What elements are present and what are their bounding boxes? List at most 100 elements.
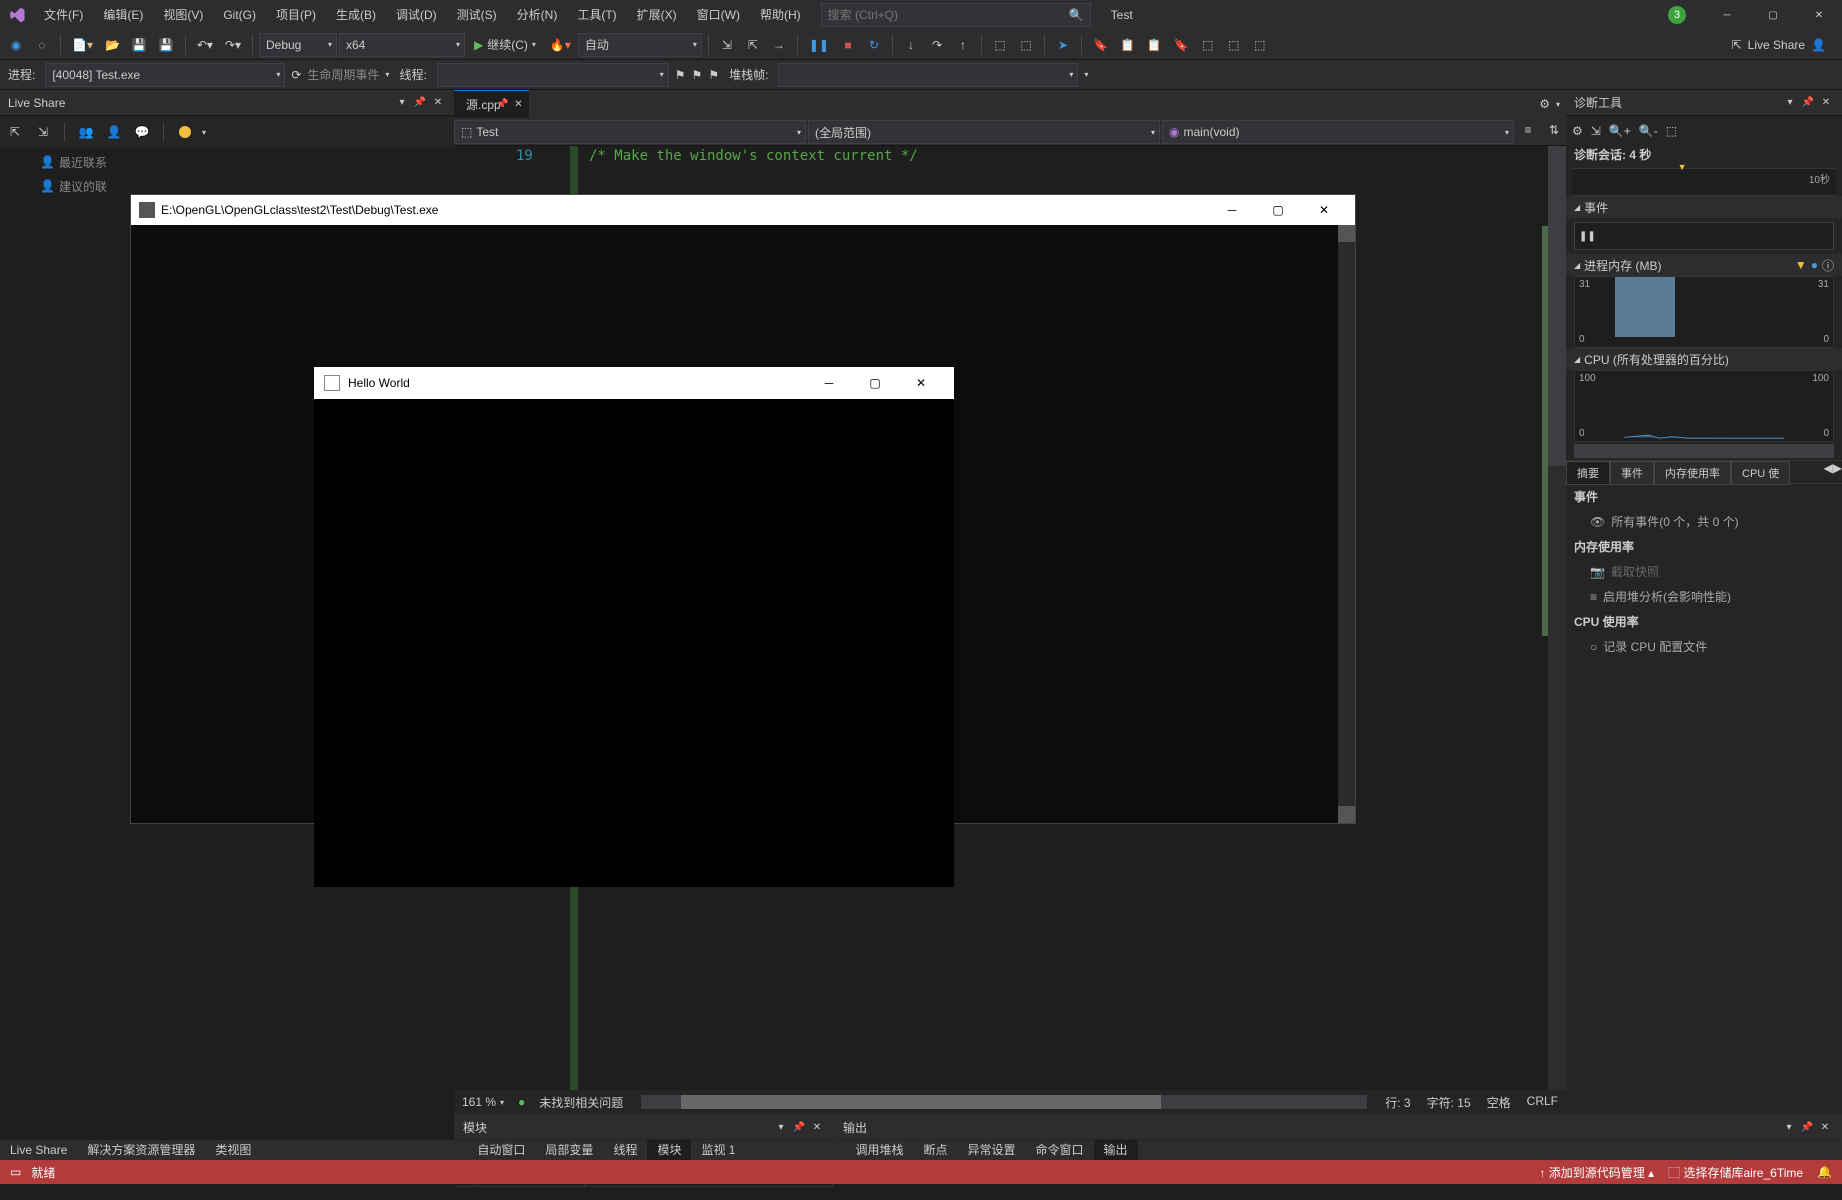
- console-titlebar[interactable]: E:\OpenGL\OpenGLclass\test2\Test\Debug\T…: [131, 195, 1355, 225]
- stop-debug-icon[interactable]: ■: [836, 33, 860, 57]
- btab-auto[interactable]: 自动窗口: [467, 1140, 535, 1160]
- zoom-out-icon[interactable]: 🔍-: [1639, 124, 1658, 138]
- btab-cmdwin[interactable]: 命令窗口: [1026, 1140, 1094, 1160]
- scm-button[interactable]: ↑ 添加到源代码管理 ▴: [1539, 1164, 1654, 1181]
- search-input[interactable]: [822, 8, 1063, 22]
- btab-locals[interactable]: 局部变量: [535, 1140, 603, 1160]
- close-button[interactable]: ✕: [898, 376, 944, 390]
- zoom-control[interactable]: 161 %▾: [462, 1095, 504, 1109]
- nav-project-combo[interactable]: ⬚Test: [454, 120, 806, 144]
- close-icon[interactable]: ✕: [809, 1122, 825, 1133]
- pin-icon[interactable]: 📌: [791, 1122, 807, 1133]
- scrollbar-h[interactable]: [641, 1095, 1367, 1109]
- menu-git[interactable]: Git(G): [213, 0, 266, 30]
- menu-edit[interactable]: 编辑(E): [93, 0, 153, 30]
- menu-project[interactable]: 项目(P): [266, 0, 326, 30]
- zoom-in-icon[interactable]: 🔍+: [1609, 124, 1631, 138]
- memory-chart[interactable]: 31 31 0 0: [1574, 276, 1834, 348]
- btab-output[interactable]: 输出: [1094, 1140, 1138, 1160]
- space-indicator[interactable]: 空格: [1487, 1094, 1511, 1111]
- pause-debug-icon[interactable]: ❚❚: [804, 33, 834, 57]
- tool1-icon[interactable]: ⬚: [988, 33, 1012, 57]
- open-icon[interactable]: 📂: [100, 33, 125, 57]
- share-in-icon[interactable]: ⇲: [32, 121, 54, 143]
- menu-tools[interactable]: 工具(T): [567, 0, 626, 30]
- process-combo[interactable]: [40048] Test.exe: [45, 63, 285, 87]
- restart-debug-icon[interactable]: ↻: [862, 33, 886, 57]
- btab-liveshare[interactable]: Live Share: [0, 1140, 77, 1160]
- contact3-icon[interactable]: 💬: [131, 121, 153, 143]
- t7-icon[interactable]: ⬚: [1248, 33, 1272, 57]
- menu-build[interactable]: 生成(B): [326, 0, 386, 30]
- pin-icon[interactable]: 📌: [1799, 1122, 1815, 1133]
- tab-summary[interactable]: 摘要: [1566, 461, 1610, 485]
- nav-fwd-icon[interactable]: ◌: [30, 33, 54, 57]
- scrollbar-h[interactable]: [1574, 444, 1834, 458]
- record-cpu-link[interactable]: ○记录 CPU 配置文件: [1566, 634, 1842, 659]
- minimize-button[interactable]: ─: [806, 376, 852, 390]
- menu-extensions[interactable]: 扩展(X): [627, 0, 687, 30]
- btab-breakpoints[interactable]: 断点: [914, 1140, 958, 1160]
- life-icon[interactable]: ⟳: [291, 68, 301, 82]
- t6-icon[interactable]: ⬚: [1222, 33, 1246, 57]
- t3-icon[interactable]: 📋: [1142, 33, 1167, 57]
- menu-analyze[interactable]: 分析(N): [507, 0, 568, 30]
- share-out-icon[interactable]: ⇱: [4, 121, 26, 143]
- reset-icon[interactable]: ⬚: [1666, 124, 1677, 138]
- save-icon[interactable]: 💾: [127, 33, 152, 57]
- cursor-icon[interactable]: ➤: [1051, 33, 1075, 57]
- scroll-right-icon[interactable]: ▶: [1833, 461, 1842, 483]
- close-button[interactable]: ✕: [1796, 0, 1842, 30]
- recent-contacts[interactable]: 👤最近联系: [0, 150, 454, 174]
- save-all-icon[interactable]: 💾: [154, 33, 179, 57]
- close-icon[interactable]: ✕: [1817, 1122, 1833, 1133]
- t4-icon[interactable]: 🔖: [1169, 33, 1194, 57]
- step-into-icon[interactable]: ⇲: [715, 33, 739, 57]
- btab-threads[interactable]: 线程: [603, 1140, 647, 1160]
- minimize-button[interactable]: ─: [1209, 203, 1255, 217]
- flag2-icon[interactable]: ⚑: [692, 68, 703, 82]
- menu-window[interactable]: 窗口(W): [687, 0, 750, 30]
- stackframe-combo[interactable]: [778, 63, 1078, 87]
- tab-events[interactable]: 事件: [1610, 461, 1654, 485]
- more-icon[interactable]: ▾: [1084, 70, 1088, 79]
- t2-icon[interactable]: 📋: [1115, 33, 1140, 57]
- nav-back-icon[interactable]: ◉: [4, 33, 28, 57]
- select-tools-icon[interactable]: ⇲: [1591, 124, 1601, 138]
- cpu-chart[interactable]: 100 100 0 0: [1574, 370, 1834, 442]
- ending-indicator[interactable]: CRLF: [1527, 1094, 1558, 1111]
- dropdown-icon[interactable]: ▾: [1781, 1122, 1797, 1133]
- repo-button[interactable]: ⬚ 选择存储库aire_6Time: [1668, 1164, 1803, 1181]
- swap-icon[interactable]: ⇅: [1542, 118, 1566, 142]
- tool2-icon[interactable]: ⬚: [1014, 33, 1038, 57]
- maximize-button[interactable]: ▢: [852, 376, 898, 390]
- btab-exceptions[interactable]: 异常设置: [958, 1140, 1026, 1160]
- scrollbar-v[interactable]: [1548, 146, 1566, 1106]
- status-dot[interactable]: [174, 121, 196, 143]
- maximize-button[interactable]: ▢: [1255, 203, 1301, 217]
- contact1-icon[interactable]: 👥: [75, 121, 97, 143]
- col-indicator[interactable]: 字符: 15: [1427, 1094, 1471, 1111]
- t5-icon[interactable]: ⬚: [1196, 33, 1220, 57]
- new-item-icon[interactable]: 📄▾: [67, 33, 98, 57]
- btab-modules[interactable]: 模块: [647, 1140, 691, 1160]
- undo-icon[interactable]: ↶▾: [192, 33, 218, 57]
- redo-icon[interactable]: ↷▾: [220, 33, 246, 57]
- search-box[interactable]: 🔍: [821, 3, 1091, 27]
- nav-function-combo[interactable]: ◉main(void): [1162, 120, 1514, 144]
- line-indicator[interactable]: 行: 3: [1385, 1094, 1410, 1111]
- pin-icon[interactable]: 📌: [412, 97, 428, 108]
- menu-help[interactable]: 帮助(H): [750, 0, 811, 30]
- btab-classview[interactable]: 类视图: [205, 1140, 261, 1160]
- hot-reload-icon[interactable]: 🔥▾: [545, 33, 576, 57]
- events-header[interactable]: 事件: [1566, 196, 1842, 218]
- flag3-icon[interactable]: ⚑: [708, 68, 719, 82]
- notification-badge[interactable]: 3: [1668, 6, 1686, 24]
- scroll-left-icon[interactable]: ◀: [1824, 461, 1833, 483]
- platform-combo[interactable]: x64: [339, 33, 465, 57]
- step-out-icon[interactable]: ↑: [951, 33, 975, 57]
- dropdown-icon[interactable]: ▾: [394, 97, 410, 108]
- nav-scope-combo[interactable]: (全局范围): [808, 120, 1160, 144]
- liveshare-toolbar-button[interactable]: ⇱ Live Share 👤: [1720, 30, 1838, 60]
- gear-icon[interactable]: ⚙: [1539, 97, 1550, 111]
